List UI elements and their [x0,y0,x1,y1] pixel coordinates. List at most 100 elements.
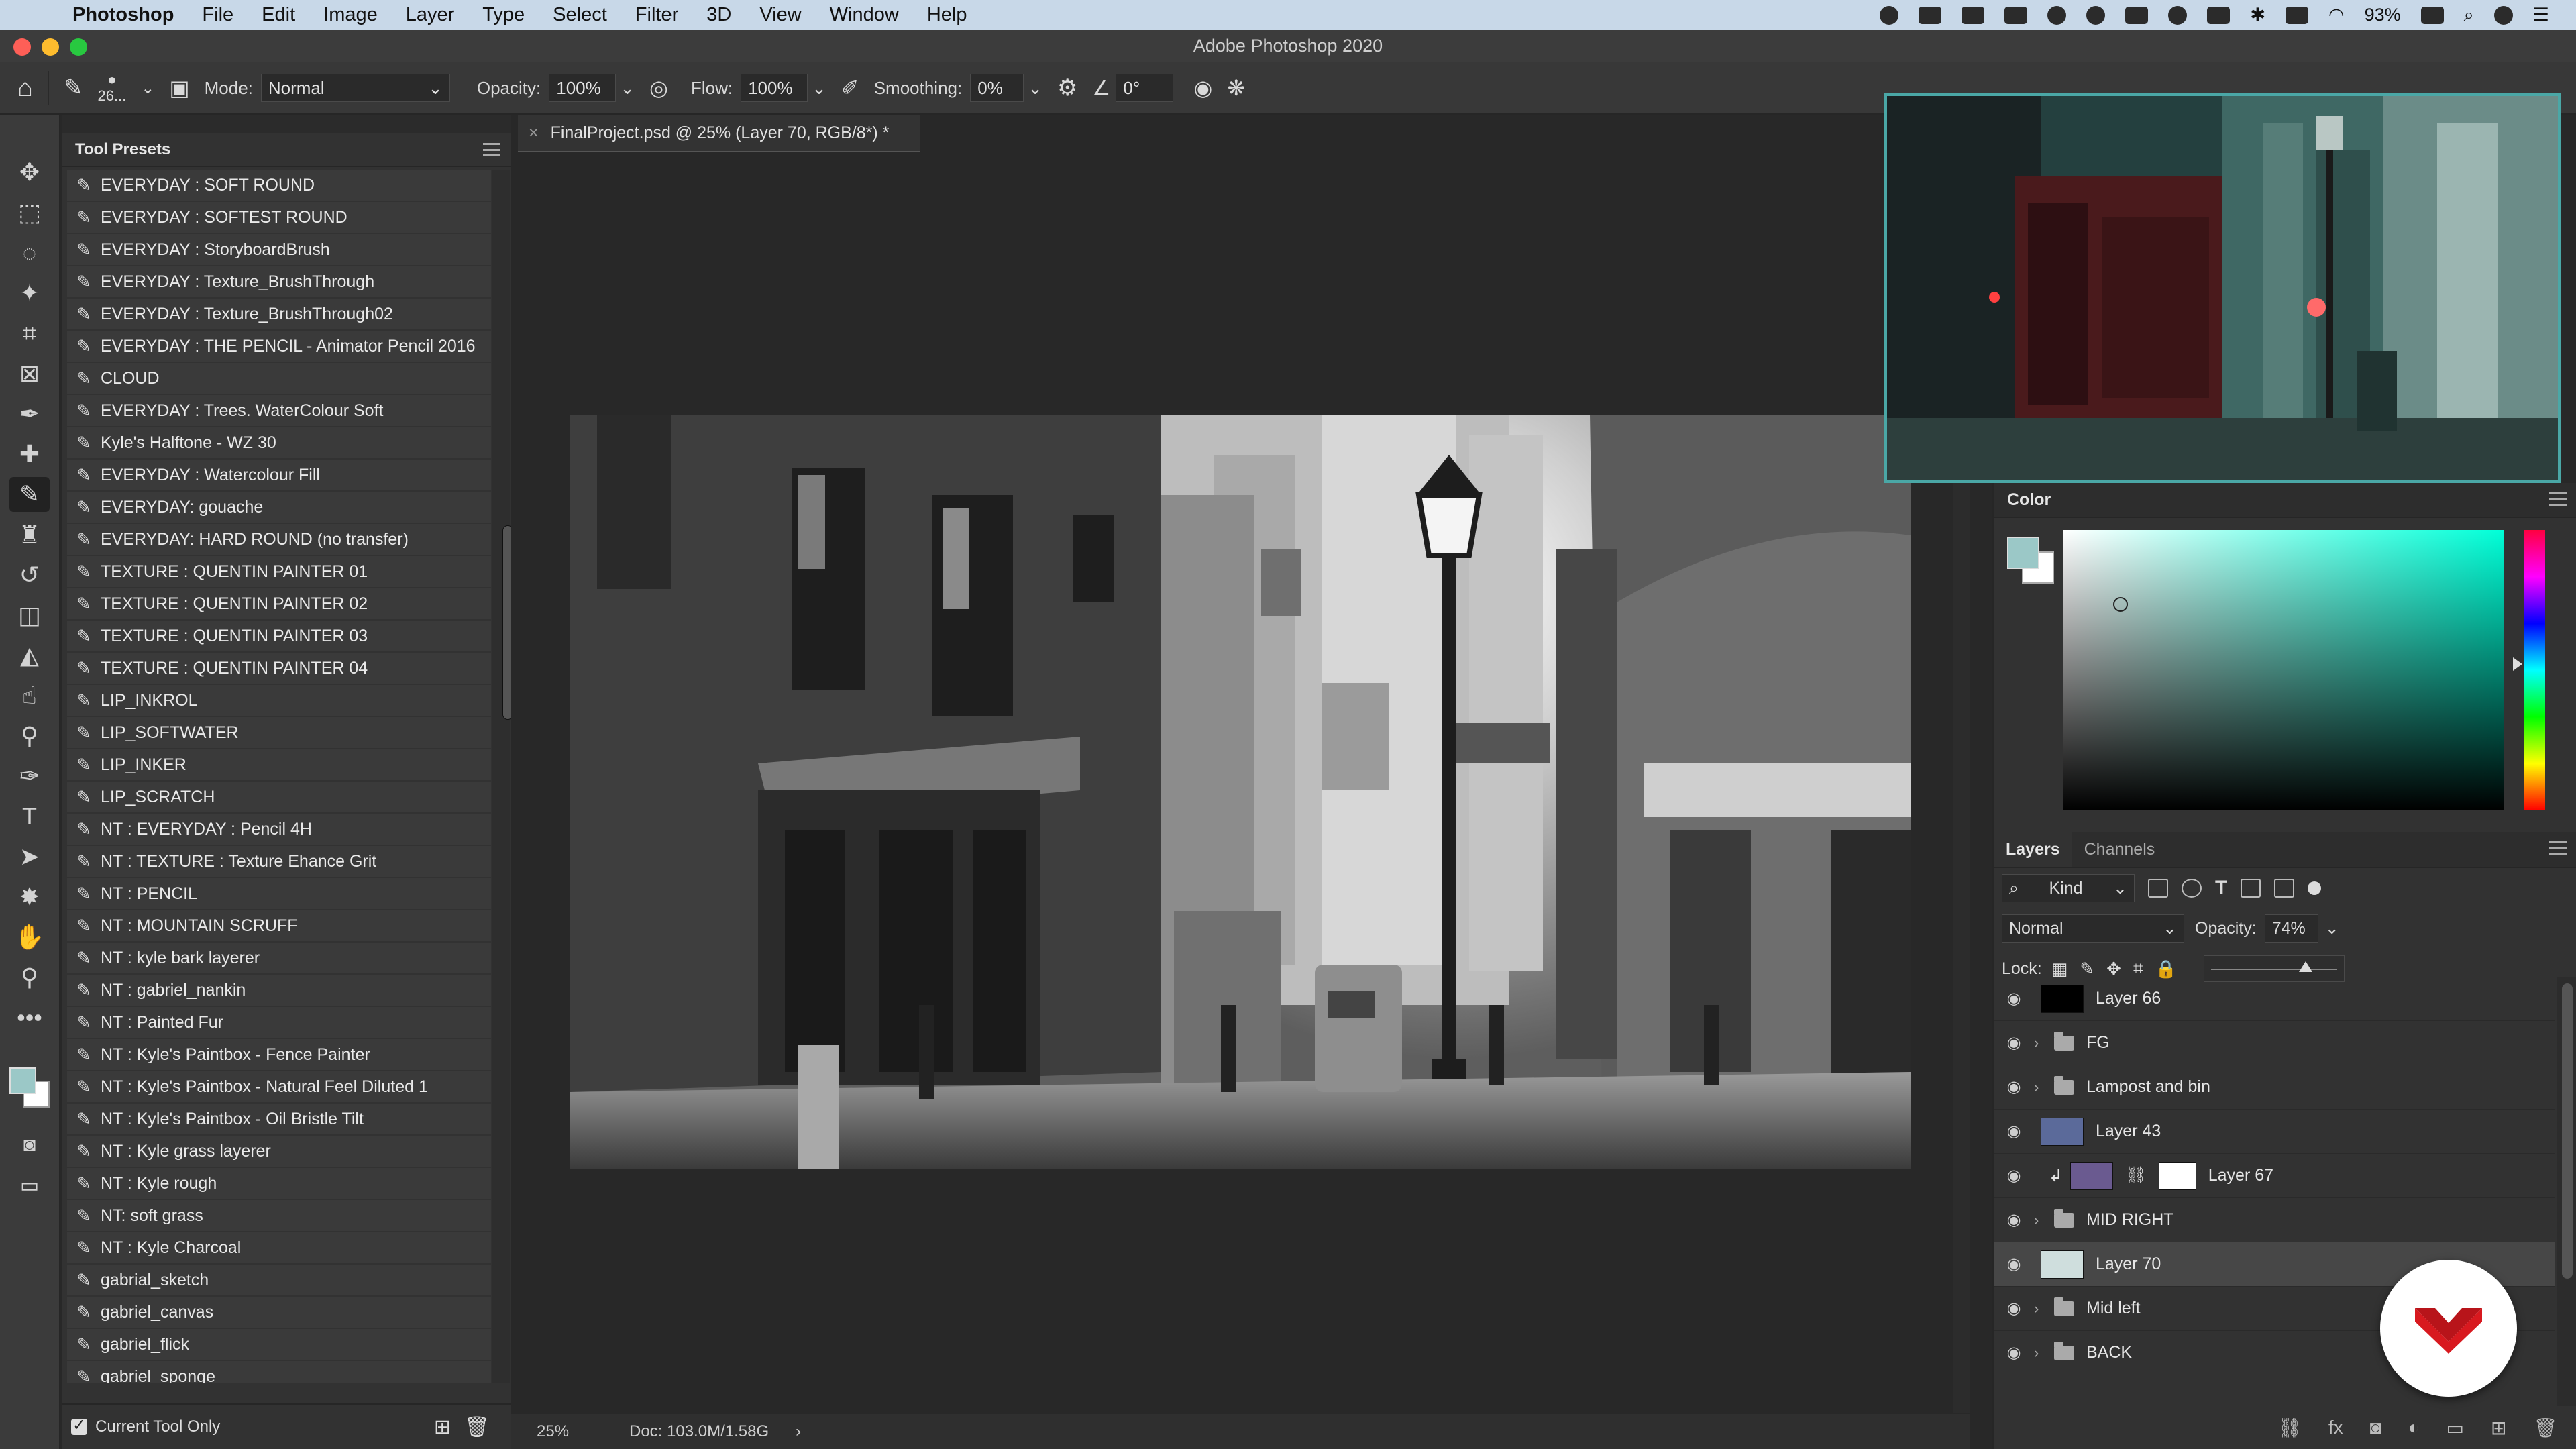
scroll-thumb[interactable] [2562,983,2573,1279]
siri-icon[interactable] [2493,5,2513,25]
type-filter-icon[interactable]: T [2215,877,2227,900]
preset-item[interactable]: ✎ EVERYDAY : Watercolour Fill [67,460,491,490]
hand-tool-icon[interactable]: ✋ [9,920,50,955]
marquee-tool-icon[interactable]: ⬚ [9,195,50,230]
preset-item[interactable]: ✎ NT : kyle bark layerer [67,943,491,973]
brush-preset-picker[interactable]: ● 26... [97,72,126,104]
eraser-icon[interactable]: ◫ [9,598,50,633]
chevron-down-icon[interactable]: ⌄ [141,78,154,98]
trash-icon[interactable]: 🗑 [464,1415,490,1439]
panel-menu-icon[interactable] [483,143,500,156]
preset-item[interactable]: ✎ NT: soft grass [67,1200,491,1231]
display-icon[interactable] [2004,6,2028,24]
preset-item[interactable]: ✎ EVERYDAY: HARD ROUND (no transfer) [67,524,491,555]
layer-row[interactable]: ◉ Layer 66 [1994,977,2555,1021]
preset-item[interactable]: ✎ LIP_SOFTWATER [67,717,491,748]
pressure-size-icon[interactable]: ◉ [1193,75,1212,101]
blend-mode-select[interactable]: Normal ⌄ [2002,914,2184,943]
visibility-eye-icon[interactable]: ◉ [1994,1077,2034,1097]
trash-icon[interactable]: 🗑 [2533,1417,2557,1439]
opacity-field[interactable]: 100% [549,74,616,102]
crop-tool-icon[interactable]: ⌗ [9,316,50,351]
chevron-down-icon[interactable]: ⌄ [2325,918,2339,938]
preset-item[interactable]: ✎ CLOUD [67,363,491,394]
stamp-tool-icon[interactable]: ♜ [9,517,50,552]
chevron-right-icon[interactable]: › [2034,1300,2049,1318]
layer-opacity-field[interactable]: 74% [2264,914,2318,943]
panel-collapse-bar[interactable] [62,115,511,133]
preset-item[interactable]: ✎ EVERYDAY : StoryboardBrush [67,234,491,265]
preset-item[interactable]: ✎ gabriel_sponge [67,1361,491,1383]
healing-brush-icon[interactable]: ✚ [9,437,50,472]
preset-item[interactable]: ✎ NT : MOUNTAIN SCRUFF [67,910,491,941]
adjustment-layer-icon[interactable]: ◐ [2408,1417,2420,1438]
spotlight-search-icon[interactable]: ⌕ [2464,5,2474,26]
preset-item[interactable]: ✎ NT : Kyle's Paintbox - Fence Painter [67,1039,491,1070]
preset-item[interactable]: ✎ NT : Kyle's Paintbox - Natural Feel Dil… [67,1071,491,1102]
pressure-opacity-icon[interactable]: ◎ [649,75,668,101]
lasso-tool-icon[interactable]: ◌ [9,235,50,270]
preset-item[interactable]: ✎ EVERYDAY : Texture_BrushThrough02 [67,299,491,329]
layer-row[interactable]: ◉ ↲ ⛓ Layer 67 [1994,1154,2555,1198]
preset-item[interactable]: ✎ NT : EVERYDAY : Pencil 4H [67,814,491,845]
lock-position-icon[interactable]: ✥ [2106,959,2121,979]
current-tool-only-checkbox[interactable] [71,1415,87,1435]
chevron-right-icon[interactable]: › [2034,1034,2049,1052]
chevron-right-icon[interactable]: › [796,1422,801,1441]
slider-handle[interactable] [2298,961,2312,972]
shape-filter-icon[interactable] [2241,879,2261,898]
menu-window[interactable]: Window [830,4,899,26]
zoom-level[interactable]: 25% [537,1422,617,1441]
zoom-tool-icon[interactable]: ⚲ [9,960,50,995]
foreground-swatch[interactable] [2007,537,2039,569]
preset-scrollbar[interactable] [492,170,513,1383]
tab-layers[interactable]: Layers [1994,831,2072,867]
chevron-down-icon[interactable]: ⌄ [1028,78,1042,99]
preset-item[interactable]: ✎ NT : TEXTURE : Texture Ehance Grit [67,846,491,877]
layer-row[interactable]: ◉ › Lampost and bin [1994,1065,2555,1110]
lock-all-icon[interactable]: 🔒 [2155,959,2177,979]
menu-edit[interactable]: Edit [262,4,295,26]
pixel-filter-icon[interactable] [2148,879,2168,898]
preset-item[interactable]: ✎ NT : Kyle Charcoal [67,1232,491,1263]
chevron-down-icon[interactable]: ⌄ [812,78,826,99]
preset-item[interactable]: ✎ EVERYDAY : Texture_BrushThrough [67,266,491,297]
drive-icon[interactable] [2125,6,2149,24]
creative-cloud-icon[interactable] [2047,5,2067,25]
gear-icon[interactable]: ⚙ [1057,74,1077,101]
preset-item[interactable]: ✎ NT : Kyle's Paintbox - Oil Bristle Tilt [67,1104,491,1134]
menu-filter[interactable]: Filter [635,4,678,26]
tab-channels[interactable]: Channels [2072,831,2167,867]
preset-item[interactable]: ✎ NT : Kyle rough [67,1168,491,1199]
menu-select[interactable]: Select [553,4,607,26]
add-mask-icon[interactable]: ◙ [2370,1417,2381,1438]
visibility-eye-icon[interactable]: ◉ [1994,1210,2034,1230]
custom-shape-icon[interactable]: ✸ [9,879,50,914]
close-window-button[interactable] [13,38,31,56]
paint-bucket-icon[interactable]: ◭ [9,638,50,673]
visibility-eye-icon[interactable]: ◉ [1994,1254,2034,1274]
color-picker-field[interactable] [2063,530,2504,810]
preset-item[interactable]: ✎ EVERYDAY : Trees. WaterColour Soft [67,395,491,426]
airplay-icon[interactable] [2286,6,2309,24]
home-icon[interactable]: ⌂ [17,74,33,103]
zoom-window-button[interactable] [70,38,87,56]
path-selection-icon[interactable]: ➤ [9,839,50,874]
preset-item[interactable]: ✎ NT : Kyle grass layerer [67,1136,491,1167]
preset-item[interactable]: ✎ NT : Painted Fur [67,1007,491,1038]
document-size[interactable]: Doc: 103.0M/1.58G [629,1422,769,1441]
layer-row[interactable]: ◉ › MID RIGHT [1994,1198,2555,1242]
preset-item[interactable]: ✎ LIP_INKROL [67,685,491,716]
chevron-down-icon[interactable]: ⌄ [620,78,635,99]
preset-item[interactable]: ✎ gabrial_sketch [67,1265,491,1295]
close-tab-icon[interactable]: × [529,123,539,143]
notification-center-icon[interactable]: ☰ [2533,5,2549,25]
preset-item[interactable]: ✎ Kyle's Halftone - WZ 30 [67,427,491,458]
record-icon[interactable] [1880,5,1899,25]
smoothing-field[interactable]: 0% [970,74,1024,102]
adjustment-filter-icon[interactable] [2182,879,2202,898]
type-tool-icon[interactable]: T [9,799,50,834]
visibility-eye-icon[interactable]: ◉ [1994,1122,2034,1141]
hue-slider[interactable] [2524,530,2545,810]
brush-settings-icon[interactable]: ▣ [169,75,189,101]
